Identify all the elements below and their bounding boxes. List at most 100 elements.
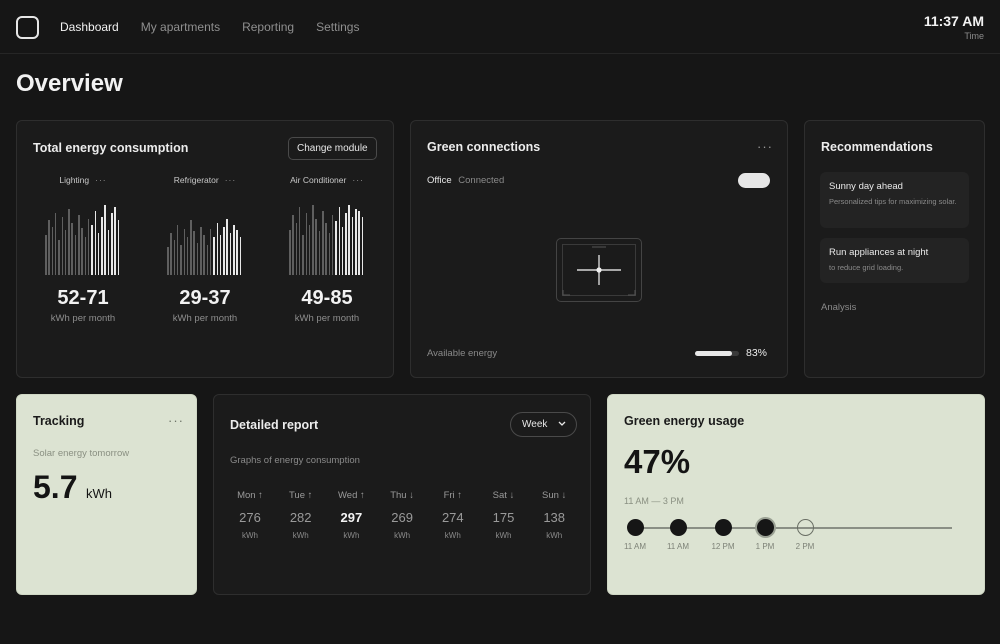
- sparkline-bar: [295, 223, 298, 275]
- day-unit: kWh: [495, 531, 512, 540]
- sparkline-bar: [196, 243, 199, 275]
- sparkline-bar: [74, 235, 77, 275]
- sparkline-bar: [361, 217, 364, 275]
- recommendation-subtitle: to reduce grid loading.: [829, 263, 904, 272]
- day-unit: kWh: [242, 531, 258, 540]
- clock-label: Time: [964, 31, 984, 41]
- tracking-subtitle: Solar energy tomorrow: [33, 448, 130, 459]
- sparkline-bar: [308, 225, 311, 275]
- green-connections-card: Green connections ··· Office Connected A…: [410, 120, 788, 378]
- sparkline-bar: [58, 240, 60, 275]
- sparkline-bar: [348, 205, 350, 275]
- day-label: Sat ↓: [492, 490, 515, 501]
- day-column[interactable]: Fri ↑ 274 kWh: [428, 490, 478, 540]
- recommendation-title: Run appliances at night: [829, 247, 929, 258]
- day-unit: kWh: [394, 531, 411, 540]
- report-subtitle: Graphs of energy consumption: [230, 455, 360, 466]
- connections-title: Green connections: [427, 140, 541, 154]
- main-nav: Dashboard My apartments Reporting Settin…: [60, 20, 359, 34]
- meter-refrigerator: Refrigerator ··· 29-37 kWh per month: [144, 175, 266, 324]
- period-select-button[interactable]: Week: [510, 412, 578, 437]
- day-label: Sun ↓: [542, 490, 567, 501]
- sparkline-bar: [302, 235, 304, 275]
- sparkline-bar: [213, 237, 215, 275]
- day-value: 138: [543, 510, 566, 525]
- day-unit: kWh: [343, 531, 360, 540]
- meter-value: 29-37: [179, 287, 231, 309]
- tracking-title: Tracking: [33, 414, 85, 428]
- recommendation-title: Sunny day ahead: [829, 181, 903, 192]
- recommendations-card: Recommendations Sunny day ahead Personal…: [804, 120, 985, 378]
- analysis-link[interactable]: Analysis: [821, 302, 856, 313]
- nav-item-dashboard[interactable]: Dashboard: [60, 20, 119, 34]
- sparkline-bar: [200, 227, 202, 275]
- device-name: Office: [427, 175, 452, 186]
- day-value: 282: [289, 510, 312, 525]
- sparkline-bar: [219, 235, 222, 275]
- sparkline-bar: [341, 227, 344, 275]
- sparkline-bar: [94, 211, 97, 275]
- timeline-node[interactable]: [670, 519, 687, 536]
- sparkline-bar: [61, 217, 64, 275]
- device-row: Office Connected: [427, 175, 504, 186]
- sparkline-bar: [223, 227, 225, 275]
- sparkline-bar: [81, 228, 83, 275]
- sparkline-bar: [328, 233, 331, 275]
- recommendation-item[interactable]: Run appliances at night to reduce grid l…: [820, 238, 969, 283]
- green-energy-usage-card: Green energy usage 47% 11 AM — 3 PM 11 A…: [607, 394, 985, 595]
- device-toggle[interactable]: [738, 173, 770, 188]
- sparkline-bar: [236, 230, 238, 275]
- nav-item-reporting[interactable]: Reporting: [242, 20, 294, 34]
- more-horizontal-icon[interactable]: ···: [757, 139, 773, 154]
- tracking-value-row: 5.7 kWh: [33, 469, 112, 506]
- sparkline-bar: [338, 207, 341, 275]
- timeline-node[interactable]: [797, 519, 814, 536]
- meter-unit: kWh per month: [294, 313, 360, 324]
- day-unit: kWh: [292, 531, 309, 540]
- day-column[interactable]: Tue ↑ 282 kWh: [276, 490, 326, 540]
- sparkline-bar: [233, 225, 235, 275]
- detailed-report-card: Detailed report Week Graphs of energy co…: [213, 394, 591, 595]
- meter-air-conditioner: Air Conditioner ··· 49-85 kWh per month: [266, 175, 388, 324]
- timeline-node[interactable]: [715, 519, 732, 536]
- sparkline-bar: [173, 240, 176, 275]
- day-column[interactable]: Mon ↑ 276 kWh: [225, 490, 275, 540]
- day-value: 269: [391, 510, 413, 525]
- nav-item-settings[interactable]: Settings: [316, 20, 359, 34]
- nav-item-my-apartments[interactable]: My apartments: [141, 20, 220, 34]
- day-column[interactable]: Sun ↓ 138 kWh: [529, 490, 579, 540]
- sparkline-bar: [104, 205, 106, 275]
- day-column[interactable]: Wed ↑ 297 kWh: [326, 490, 376, 540]
- sparkline-bar: [318, 231, 321, 275]
- green-usage-range: 11 AM — 3 PM: [624, 496, 684, 506]
- sparkline-bar: [78, 215, 80, 275]
- timeline-label: 11 AM: [623, 542, 647, 551]
- day-column[interactable]: Thu ↓ 269 kWh: [377, 490, 427, 540]
- chevron-down-icon: [558, 421, 566, 426]
- page-title: Overview: [16, 70, 123, 97]
- sparkline-bar: [292, 215, 294, 275]
- sparkline-bar: [209, 229, 212, 275]
- more-horizontal-icon[interactable]: ···: [225, 175, 237, 185]
- day-value: 276: [239, 510, 261, 525]
- logo-icon[interactable]: [16, 16, 39, 39]
- timeline-node[interactable]: [757, 519, 774, 536]
- meter-name: Lighting: [59, 175, 90, 185]
- clock: 11:37 AM Time: [924, 13, 984, 41]
- more-horizontal-icon[interactable]: ···: [95, 175, 107, 185]
- sparkline-bar: [216, 223, 219, 275]
- sparkline-bar: [180, 245, 182, 275]
- more-horizontal-icon[interactable]: ···: [352, 175, 364, 185]
- meter-name: Air Conditioner: [290, 175, 347, 185]
- day-column[interactable]: Sat ↓ 175 kWh: [479, 490, 529, 540]
- more-horizontal-icon[interactable]: ···: [168, 413, 184, 428]
- sparkline-bar: [176, 225, 179, 275]
- change-module-button[interactable]: Change module: [288, 137, 377, 160]
- meter-name: Refrigerator: [173, 175, 219, 185]
- sparkline-bar: [351, 217, 354, 275]
- sparkline-bar: [101, 217, 103, 275]
- day-label: Thu ↓: [390, 490, 414, 501]
- sparkline-bar: [68, 209, 70, 275]
- recommendation-item[interactable]: Sunny day ahead Personalized tips for ma…: [820, 172, 969, 228]
- timeline-node[interactable]: [627, 519, 644, 536]
